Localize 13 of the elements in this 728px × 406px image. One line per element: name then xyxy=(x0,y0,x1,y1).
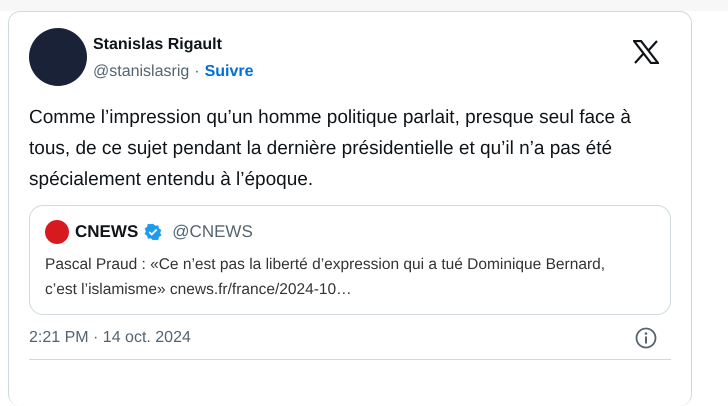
separator-dot: · xyxy=(194,63,200,81)
tweet-timestamp[interactable]: 2:21 PM · 14 oct. 2024 xyxy=(29,329,191,347)
quoted-tweet-card[interactable]: CNEWS @CNEWS Pascal Praud : «Ce n’est pas la liberté d’expression qui a tué Dominique Bernard, c’est l’islamisme» cnews.fr/france/2024-10… xyxy=(29,205,671,315)
info-icon[interactable] xyxy=(635,327,657,349)
cnews-logo-icon xyxy=(45,220,69,244)
x-logo-icon[interactable] xyxy=(633,40,659,64)
quoted-author-handle: @CNEWS xyxy=(172,222,253,242)
author-name[interactable]: Stanislas Rigault xyxy=(93,35,254,55)
author-handle[interactable]: @stanislasrig xyxy=(93,63,190,81)
quoted-tweet-text: Pascal Praud : «Ce n’est pas la liberté d’expression qui a tué Dominique Bernard, c’est l’islamisme» cnews.fr/france/2024-10… xyxy=(45,255,606,300)
follow-link[interactable]: Suivre xyxy=(204,63,254,81)
quoted-author-name: CNEWS xyxy=(75,222,138,242)
tweet-text: Comme l’impression qu’un homme politique parlait, presque seul face à tous, de ce sujet pendant la dernière présidentielle et qu’il n’a pas été spécialement entendu à l’époque. xyxy=(29,106,632,192)
